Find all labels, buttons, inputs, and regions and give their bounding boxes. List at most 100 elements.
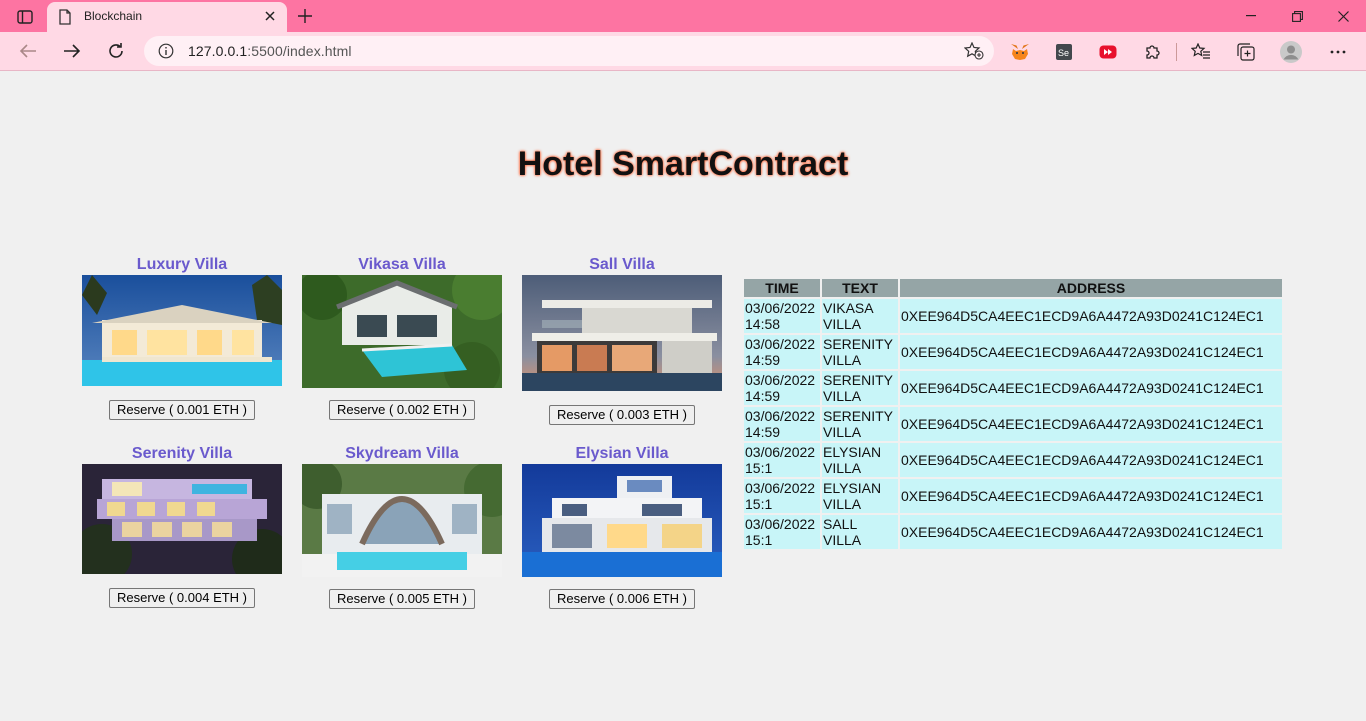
address-bar[interactable]: 127.0.0.1:5500/index.html xyxy=(144,36,994,66)
restore-button[interactable] xyxy=(1274,0,1320,32)
address-cell: 0XEE964D5CA4EEC1ECD9A6A4472A93D0241C124E… xyxy=(900,299,1282,333)
villa-text: SERENITY xyxy=(823,336,894,352)
table-row: 03/06/2022 15:1 ELYSIAN VILLA 0XEE964D5CA4… xyxy=(744,443,1282,477)
browser-titlebar: Blockchain xyxy=(0,0,1366,32)
villa-text: ELYSIAN xyxy=(823,444,882,460)
villa-name: Sall Villa xyxy=(589,256,655,273)
villa-name: Luxury Villa xyxy=(136,256,228,273)
date-text: 03/06/2022 xyxy=(745,480,816,496)
villa-name: Serenity Villa xyxy=(131,445,233,462)
time-cell: 03/06/2022 15:1 xyxy=(744,479,820,513)
date-text: 03/06/2022 xyxy=(745,336,816,352)
selenium-extension-icon[interactable]: Se xyxy=(1053,41,1075,63)
add-favorite-icon[interactable] xyxy=(963,41,984,60)
villa-text: VIKASA xyxy=(823,300,874,316)
page-icon xyxy=(58,9,72,25)
profile-avatar[interactable] xyxy=(1280,41,1302,63)
villa-text: VILLA xyxy=(823,352,862,368)
table-header-row: TIME TEXT ADDRESS xyxy=(744,279,1282,297)
tab-actions-icon[interactable] xyxy=(12,6,38,28)
villa-image xyxy=(302,275,502,388)
time-cell: 03/06/2022 14:58 xyxy=(744,299,820,333)
text-cell: ELYSIAN VILLA xyxy=(822,479,898,513)
close-window-button[interactable] xyxy=(1320,0,1366,32)
villa-text: VILLA xyxy=(823,532,862,548)
time-text: 14:59 xyxy=(745,352,781,368)
extensions-icon[interactable] xyxy=(1142,41,1164,63)
forward-button[interactable] xyxy=(57,37,87,65)
villa-text: VILLA xyxy=(823,388,862,404)
time-text: 15:1 xyxy=(745,460,773,476)
time-text: 15:1 xyxy=(745,496,773,512)
text-cell: SERENITY VILLA xyxy=(822,335,898,369)
table-row: 03/06/2022 15:1 ELYSIAN VILLA 0XEE964D5CA4… xyxy=(744,479,1282,513)
reserve-button[interactable]: Reserve ( 0.002 ETH ) xyxy=(328,400,476,420)
reserve-button[interactable]: Reserve ( 0.001 ETH ) xyxy=(108,400,256,420)
villa-image xyxy=(82,275,282,386)
refresh-button[interactable] xyxy=(101,37,131,65)
text-cell: VIKASA VILLA xyxy=(822,299,898,333)
collections-icon[interactable] xyxy=(1235,41,1257,63)
tab-blockchain[interactable]: Blockchain xyxy=(47,2,287,32)
reserve-button[interactable]: Reserve ( 0.004 ETH ) xyxy=(108,588,256,608)
transactions-table: TIME TEXT ADDRESS 03/06/2022 14:58 VIKASA… xyxy=(742,277,1284,551)
minimize-button[interactable] xyxy=(1228,0,1274,32)
villa-name: Elysian Villa xyxy=(575,445,669,462)
villa-card-elysian: Elysian Villa Reserve ( 0.006 ETH ) xyxy=(522,445,722,609)
villa-image xyxy=(522,464,722,577)
date-text: 03/06/2022 xyxy=(745,372,816,388)
reserve-button[interactable]: Reserve ( 0.006 ETH ) xyxy=(548,589,696,609)
time-text: 14:59 xyxy=(745,388,781,404)
metamask-extension-icon[interactable] xyxy=(1009,41,1031,63)
villa-card-sall: Sall Villa Reserve ( 0.003 ETH ) xyxy=(522,256,722,425)
favorites-icon[interactable] xyxy=(1190,41,1212,63)
villa-text: SALL xyxy=(823,516,858,532)
time-text: 14:58 xyxy=(745,316,781,332)
villa-image xyxy=(82,464,282,574)
close-tab-icon[interactable] xyxy=(261,7,279,25)
toolbar-divider xyxy=(1176,43,1177,61)
page-title: Hotel SmartContract xyxy=(517,145,849,183)
time-text: 15:1 xyxy=(745,532,773,548)
address-cell: 0XEE964D5CA4EEC1ECD9A6A4472A93D0241C124E… xyxy=(900,443,1282,477)
villa-text: SERENITY xyxy=(823,408,894,424)
header-address: ADDRESS xyxy=(900,279,1282,297)
url-path: :5500/index.html xyxy=(247,43,352,59)
villa-card-skydream: Skydream Villa Reserve ( 0.005 ETH ) xyxy=(302,445,502,609)
address-cell: 0XEE964D5CA4EEC1ECD9A6A4472A93D0241C124E… xyxy=(900,515,1282,549)
text-cell: SERENITY VILLA xyxy=(822,371,898,405)
header-text: TEXT xyxy=(822,279,898,297)
address-cell: 0XEE964D5CA4EEC1ECD9A6A4472A93D0241C124E… xyxy=(900,479,1282,513)
browser-toolbar: 127.0.0.1:5500/index.html Se xyxy=(0,32,1366,71)
table-row: 03/06/2022 14:59 SERENITY VILLA 0XEE964D5C… xyxy=(744,335,1282,369)
text-cell: SERENITY VILLA xyxy=(822,407,898,441)
time-text: 14:59 xyxy=(745,424,781,440)
address-cell: 0XEE964D5CA4EEC1ECD9A6A4472A93D0241C124E… xyxy=(900,371,1282,405)
villa-name: Skydream Villa xyxy=(345,445,459,462)
villa-image xyxy=(522,275,722,391)
date-text: 03/06/2022 xyxy=(745,516,816,532)
svg-text:Se: Se xyxy=(1058,48,1069,58)
villa-text: VILLA xyxy=(823,316,862,332)
address-cell: 0XEE964D5CA4EEC1ECD9A6A4472A93D0241C124E… xyxy=(900,407,1282,441)
more-options-icon[interactable] xyxy=(1327,41,1349,63)
villa-card-luxury: Luxury Villa Reserve ( 0.001 ETH ) xyxy=(82,256,282,420)
video-extension-icon[interactable] xyxy=(1097,41,1119,63)
table-row: 03/06/2022 14:58 VIKASA VILLA 0XEE964D5CA4… xyxy=(744,299,1282,333)
info-icon[interactable] xyxy=(158,43,174,59)
back-button[interactable] xyxy=(13,37,43,65)
villa-text: VILLA xyxy=(823,460,862,476)
table-row: 03/06/2022 15:1 SALL VILLA 0XEE964D5CA4EEC… xyxy=(744,515,1282,549)
villa-text: SERENITY xyxy=(823,372,894,388)
tab-title: Blockchain xyxy=(84,9,143,23)
table-row: 03/06/2022 14:59 SERENITY VILLA 0XEE964D5C… xyxy=(744,371,1282,405)
reserve-button[interactable]: Reserve ( 0.003 ETH ) xyxy=(548,405,696,425)
new-tab-button[interactable] xyxy=(293,5,317,27)
reserve-button[interactable]: Reserve ( 0.005 ETH ) xyxy=(328,589,476,609)
text-cell: ELYSIAN VILLA xyxy=(822,443,898,477)
url-text[interactable]: 127.0.0.1:5500/index.html xyxy=(188,43,352,59)
villa-image xyxy=(302,464,502,577)
date-text: 03/06/2022 xyxy=(745,444,816,460)
text-cell: SALL VILLA xyxy=(822,515,898,549)
date-text: 03/06/2022 xyxy=(745,408,816,424)
